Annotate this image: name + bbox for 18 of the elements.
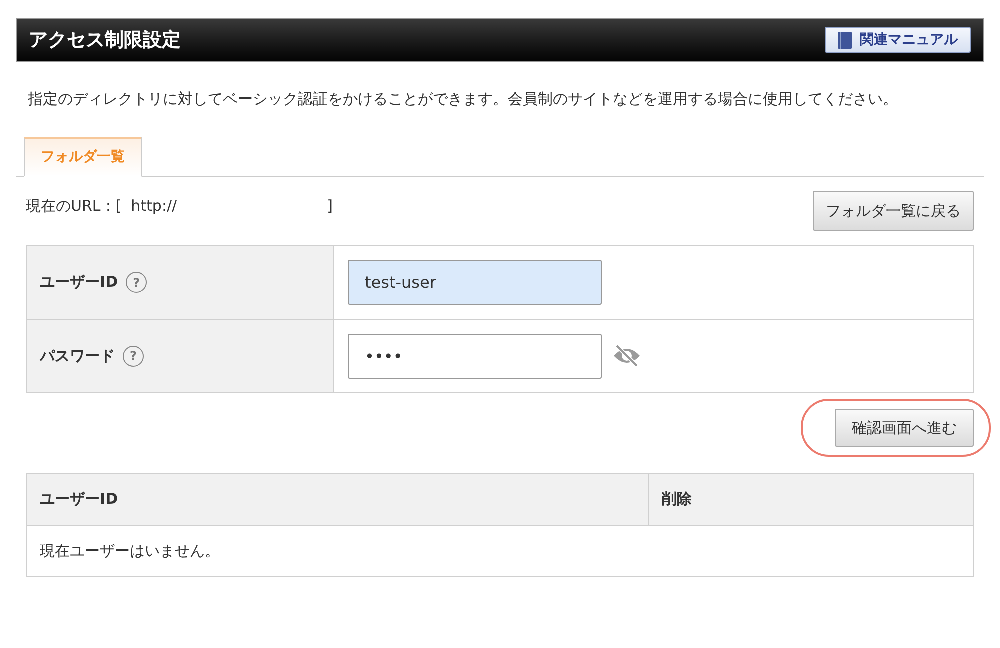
back-to-folders-button[interactable]: フォルダ一覧に戻る	[813, 191, 974, 231]
password-field[interactable]: ••••	[348, 334, 602, 378]
field-label: ユーザーID	[40, 272, 118, 294]
column-header: ユーザーID	[27, 474, 649, 525]
description-text: 指定のディレクトリに対してベーシック認証をかけることができます。会員制のサイトなどを運用する場合に使用してください。	[28, 89, 899, 110]
help-icon[interactable]: ?	[123, 346, 144, 366]
column-header: 削除	[661, 489, 693, 510]
user-id-field[interactable]: test-user	[348, 260, 602, 305]
eye-slash-icon[interactable]	[612, 344, 642, 368]
help-icon[interactable]: ?	[126, 272, 148, 293]
confirm-button[interactable]: 確認画面へ進む	[835, 409, 974, 447]
manual-button[interactable]: 関連マニュアル	[825, 27, 971, 53]
book-icon	[838, 32, 852, 48]
field-label: パスワード	[40, 346, 115, 367]
page-title: アクセス制限設定	[29, 28, 181, 53]
current-url-label: 現在のURL：[ http://	[26, 196, 178, 217]
url-bracket: ]	[327, 196, 333, 217]
empty-message: 現在ユーザーはいません。	[39, 540, 221, 562]
